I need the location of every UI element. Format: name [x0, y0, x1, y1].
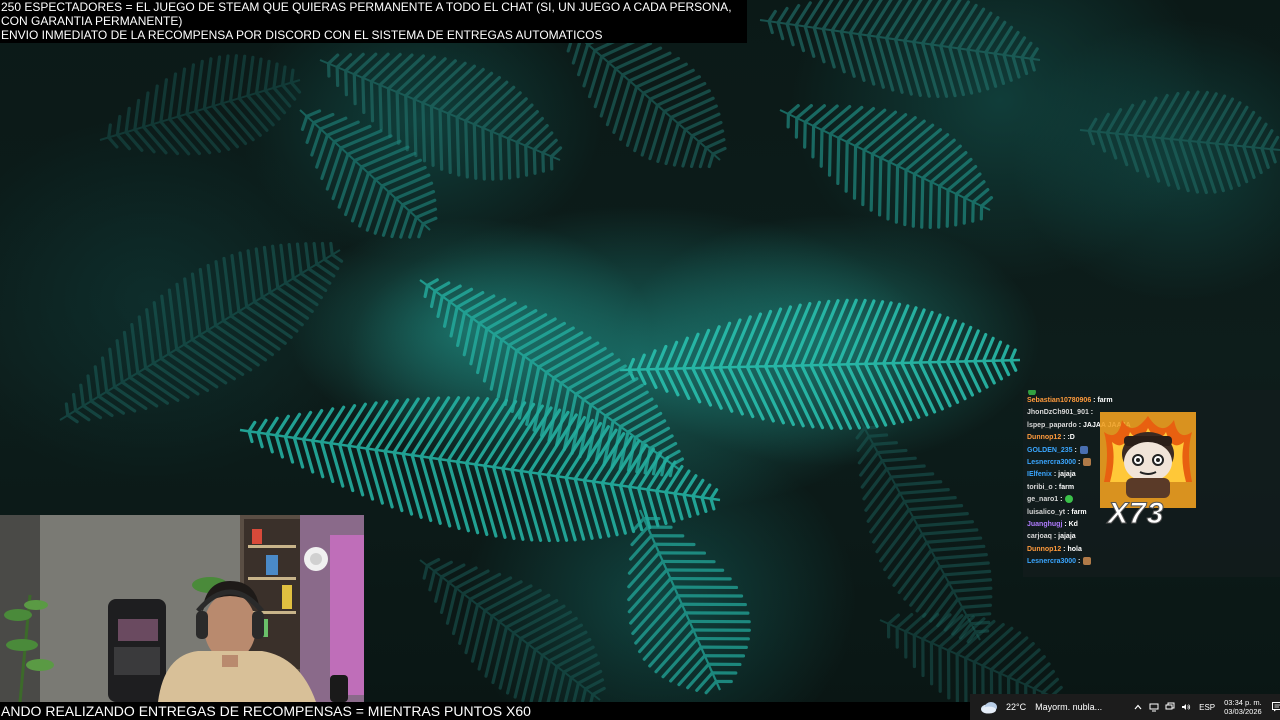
chat-username[interactable]: JhonDzCh901_901 [1027, 409, 1089, 416]
chat-username[interactable]: Lesnercra3000 [1027, 558, 1076, 565]
notifications-button[interactable] [1271, 694, 1280, 720]
chat-username[interactable]: GOLDEN_235 [1027, 447, 1073, 454]
chat-username[interactable]: Juanghugj [1027, 521, 1062, 528]
chat-username[interactable]: lspep_papardo [1027, 422, 1077, 429]
chat-message: Sebastian10780906 : farm [1027, 395, 1276, 407]
chat-text: farm [1058, 483, 1075, 491]
chat-separator: : [1088, 409, 1094, 417]
bottom-ticker: ANDO REALIZANDO ENTREGAS DE RECOMPENSAS … [0, 702, 971, 720]
volume-icon[interactable] [1181, 702, 1191, 712]
chat-text: jajaja [1058, 533, 1076, 541]
chevron-up-icon[interactable] [1133, 702, 1143, 712]
weather-temperature: 22°C [1006, 702, 1027, 712]
cloud-icon [981, 701, 997, 713]
notice-line-1: 250 ESPECTADORES = EL JUEGO DE STEAM QUE… [1, 0, 732, 28]
chat-username[interactable]: IElfenix [1027, 471, 1052, 478]
webcam-feed [0, 515, 364, 702]
chat-separator: : [1076, 459, 1083, 467]
chat-username[interactable]: Lesnercra3000 [1027, 459, 1076, 466]
chat-message: Dunnop12 : hola [1027, 544, 1276, 556]
chat-message: carjoaq : jajaja [1027, 531, 1276, 543]
chat-text: farm [1097, 397, 1113, 404]
chat-username[interactable]: Dunnop12 [1027, 434, 1061, 441]
chat-separator: : [1058, 496, 1065, 504]
chat-text: :D [1067, 434, 1075, 442]
chat-username[interactable]: carjoaq [1027, 533, 1052, 540]
monitor-icon[interactable] [1149, 702, 1159, 712]
chat-username[interactable]: ge_naro1 [1027, 496, 1058, 503]
chat-message: Lesnercra3000 : [1027, 556, 1276, 568]
language-indicator[interactable]: ESP [1199, 694, 1215, 720]
chat-username[interactable]: luisalico_yt [1027, 509, 1065, 516]
chat-username[interactable]: Dunnop12 [1027, 546, 1061, 553]
notice-line-2: ENVIO INMEDIATO DE LA RECOMPENSA POR DIS… [1, 28, 603, 42]
emote-icon [1028, 390, 1036, 395]
system-tray: 22°C Mayorm. nubla... ESP 03:34 p. m. 03… [970, 694, 1280, 720]
chat-separator: : [1076, 558, 1083, 566]
stream-overlay: 250 ESPECTADORES = EL JUEGO DE STEAM QUE… [0, 0, 1280, 720]
clock[interactable]: 03:34 p. m. 03/03/2026 [1224, 694, 1262, 720]
chat-username[interactable]: toribi_o [1027, 484, 1053, 491]
weather-widget[interactable]: 22°C Mayorm. nubla... [970, 694, 1131, 720]
clock-date: 03/03/2026 [1224, 707, 1262, 716]
chat-separator: : [1072, 446, 1079, 454]
chat-text: hola [1067, 545, 1082, 553]
chat-username[interactable]: Sebastian10780906 [1027, 397, 1091, 404]
weather-description: Mayorm. nubla... [1035, 702, 1103, 712]
chat-text: Kd [1068, 521, 1078, 529]
tray-icons [1133, 694, 1191, 720]
emote-icon [1083, 557, 1092, 566]
notification-icon [1271, 702, 1280, 712]
avatar-sticker-icon [1100, 412, 1196, 508]
chat-text: jajaja [1058, 471, 1076, 479]
chat-message-partial [1027, 390, 1276, 395]
emote-icon [1079, 445, 1088, 454]
emote-icon [1083, 458, 1092, 467]
network-icon[interactable] [1165, 702, 1175, 712]
clock-time: 03:34 p. m. [1224, 698, 1262, 707]
chat-text: farm [1071, 508, 1087, 516]
sticker-multiplier-label: X73 [1107, 497, 1165, 531]
emote-icon [1065, 495, 1074, 504]
giveaway-notice: 250 ESPECTADORES = EL JUEGO DE STEAM QUE… [0, 0, 747, 43]
